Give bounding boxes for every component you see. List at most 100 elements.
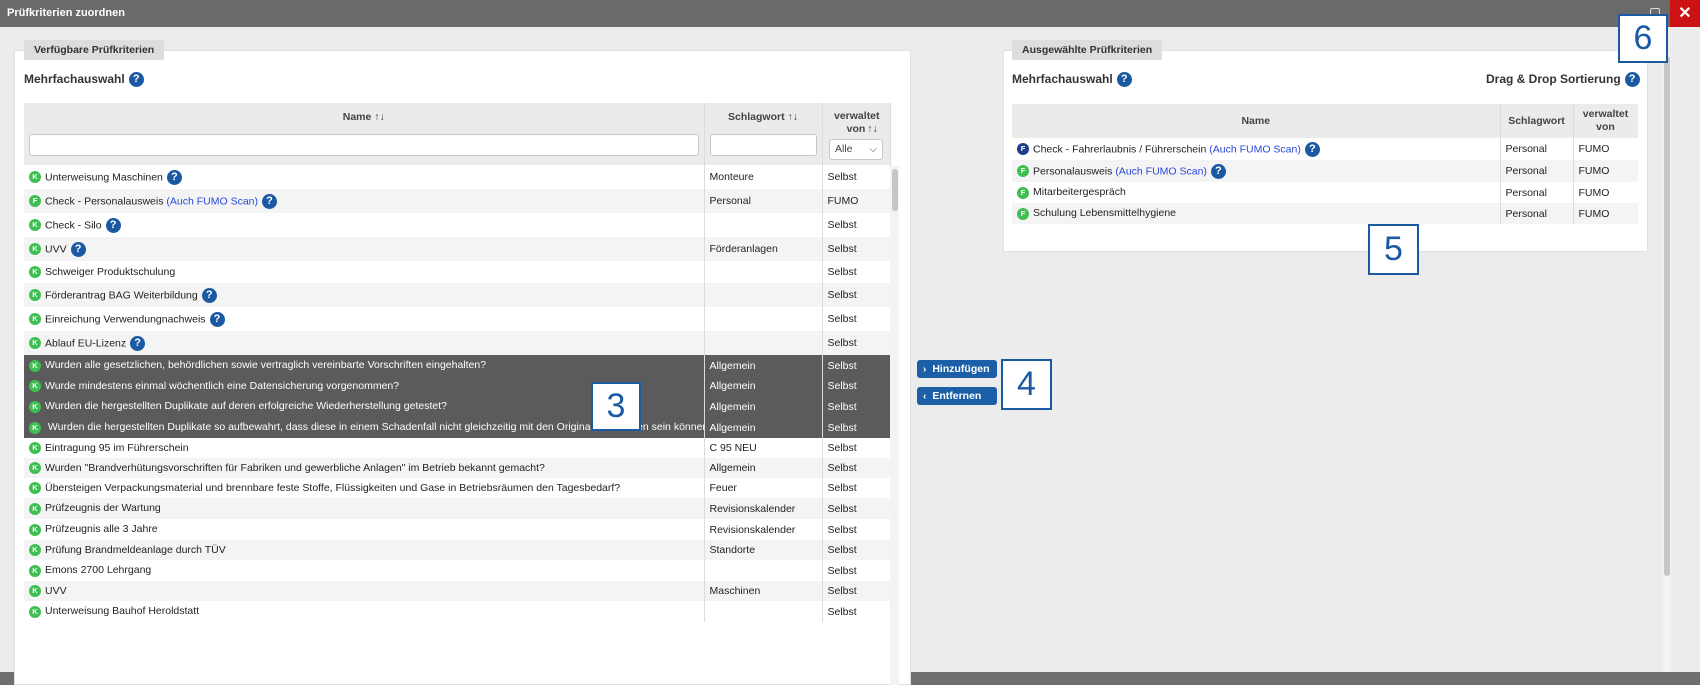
chevron-left-icon: ‹ [923, 391, 927, 402]
table-row[interactable]: F Personalausweis (Auch FUMO Scan)? Person… [1012, 160, 1638, 182]
name-filter-input[interactable] [29, 133, 699, 156]
help-icon[interactable]: ? [128, 72, 144, 88]
criterion-type-badge: K [29, 171, 41, 183]
criterion-type-badge: K [29, 313, 41, 325]
criterion-name: Förderantrag BAG Weiterbildung [45, 288, 198, 301]
managed-by-cell: FUMO [1573, 182, 1638, 203]
criterion-name-cell: K Schweiger Produktschulung [24, 261, 705, 283]
managed-by-cell: Selbst [822, 540, 891, 560]
fumo-scan-link[interactable]: (Auch FUMO Scan) [166, 195, 258, 207]
help-icon[interactable]: ? [1210, 163, 1226, 179]
fumo-scan-link[interactable]: (Auch FUMO Scan) [1115, 165, 1207, 177]
table-row[interactable]: K Eintragung 95 im Führerschein C 95 NEU Se… [24, 438, 891, 458]
table-row[interactable]: K Wurde mindestens einmal wöchentlich ein… [24, 376, 891, 396]
table-row[interactable]: K Prüfzeugnis alle 3 Jahre Revisionskalend… [24, 519, 891, 540]
criterion-type-badge: F [1017, 165, 1029, 177]
table-row[interactable]: K Unterweisung Maschinen? Monteure Selbst [24, 165, 891, 189]
criterion-name-cell: K Ablauf EU-Lizenz? [24, 331, 705, 355]
left-scrollbar-thumb[interactable] [892, 169, 898, 211]
criterion-name: Mitarbeitergespräch [1033, 186, 1126, 199]
help-icon[interactable]: ? [70, 241, 86, 257]
table-row[interactable]: K Förderantrag BAG Weiterbildung? Selbst [24, 283, 891, 307]
help-icon[interactable]: ? [209, 311, 225, 327]
remove-button[interactable]: ‹ Entfernen [917, 387, 997, 405]
table-row[interactable]: K Ablauf EU-Lizenz? Selbst [24, 331, 891, 355]
available-criteria-table-wrap: Name ↑↓ Schlagwort ↑↓ verwaltet von ↑↓ A… [24, 103, 900, 685]
table-row[interactable]: K Emons 2700 Lehrgang Selbst [24, 560, 891, 581]
help-icon[interactable]: ? [1304, 141, 1320, 157]
callout-marker-4: 4 [1001, 359, 1052, 410]
table-row[interactable]: K Wurden alle gesetzlichen, behördlichen … [24, 355, 891, 376]
keyword-cell [704, 560, 823, 581]
help-icon[interactable]: ? [1116, 72, 1132, 88]
criterion-name: Check - Silo [45, 218, 102, 231]
criterion-type-badge: K [29, 359, 41, 372]
managed-by-cell: Selbst [822, 396, 891, 417]
keyword-cell: Personal [1500, 160, 1574, 182]
help-icon[interactable]: ? [130, 335, 146, 351]
table-row[interactable]: K UVV? Förderanlagen Selbst [24, 237, 891, 261]
keyword-cell: Maschinen [704, 581, 823, 601]
table-row[interactable]: K Prüfung Brandmeldeanlage durch TÜV Stand… [24, 540, 891, 560]
add-button[interactable]: › Hinzufügen [917, 360, 997, 378]
help-icon[interactable]: ? [262, 193, 277, 209]
table-row[interactable]: F Check - Fahrerlaubnis / Führerschein (A… [1012, 138, 1638, 160]
callout-marker-6: 6 [1618, 14, 1668, 63]
table-row[interactable]: F Schulung Lebensmittelhygiene Personal FUM… [1012, 203, 1638, 224]
right-multiselect-label: Mehrfachauswahl? [1012, 72, 1132, 88]
table-row[interactable]: K Einreichung Verwendungnachweis? Selbst [24, 307, 891, 331]
help-icon[interactable]: ? [201, 287, 217, 303]
managed-by-cell: Selbst [822, 498, 891, 519]
managed-filter-select[interactable]: Alle ⌵ [829, 139, 883, 160]
right-column-header-keyword[interactable]: Schlagwort [1500, 104, 1574, 138]
drag-drop-text: Drag & Drop Sortierung [1486, 72, 1621, 86]
criterion-name-cell: K Wurden "Brandverhütungsvorschriften für… [24, 458, 705, 478]
criterion-type-badge: K [29, 337, 41, 349]
keyword-cell: Personal [704, 189, 823, 213]
keyword-filter-input[interactable] [709, 133, 817, 156]
table-row[interactable]: K Check - Silo? Selbst [24, 213, 891, 237]
table-row[interactable]: K Wurden "Brandverhütungsvorschriften für… [24, 458, 891, 478]
column-header-keyword[interactable]: Schlagwort ↑↓ [704, 103, 823, 130]
criterion-name-cell: K Übersteigen Verpackungsmaterial und bre… [24, 478, 705, 498]
selected-criteria-table-wrap: Name Schlagwort verwaltet von F Check - F… [1012, 104, 1638, 249]
sort-icon[interactable]: ↑↓ [788, 111, 799, 123]
fumo-scan-link[interactable]: (Auch FUMO Scan) [1209, 143, 1301, 155]
managed-by-cell: Selbst [822, 261, 891, 283]
table-row[interactable]: K Prüfzeugnis der Wartung Revisionskalende… [24, 498, 891, 519]
criterion-name-cell: K Unterweisung Maschinen? [24, 165, 705, 189]
criterion-type-badge: F [1017, 186, 1029, 199]
table-row[interactable]: K Schweiger Produktschulung Selbst [24, 261, 891, 283]
help-icon[interactable]: ? [1624, 72, 1640, 88]
criterion-name-cell: K UVV [24, 581, 705, 601]
criterion-name: Eintragung 95 im Führerschein [45, 441, 189, 454]
close-button[interactable]: ✕ [1670, 0, 1700, 27]
help-icon[interactable]: ? [166, 169, 182, 185]
table-row[interactable]: K Wurden die hergestellten Duplikate so … [24, 417, 891, 438]
sort-icon[interactable]: ↑↓ [374, 111, 385, 123]
right-column-header-name[interactable]: Name [1012, 104, 1501, 138]
column-header-managed[interactable]: verwaltet von ↑↓ Alle ⌵ [822, 103, 891, 165]
help-icon[interactable]: ? [105, 217, 121, 233]
criterion-name-cell: F Check - Fahrerlaubnis / Führerschein (A… [1012, 138, 1501, 160]
table-row[interactable]: K UVV Maschinen Selbst [24, 581, 891, 601]
left-scrollbar[interactable] [890, 166, 899, 685]
dialog-scrollbar-thumb[interactable] [1664, 56, 1670, 576]
criterion-name-cell: K Unterweisung Bauhof Heroldstatt [24, 601, 705, 622]
table-row[interactable]: K Unterweisung Bauhof Heroldstatt Selbst [24, 601, 891, 622]
keyword-cell: Revisionskalender [704, 498, 823, 519]
criterion-name: Wurde mindestens einmal wöchentlich eine… [45, 379, 400, 392]
criterion-name-cell: K UVV? [24, 237, 705, 261]
table-row[interactable]: K Wurden die hergestellten Duplikate auf … [24, 396, 891, 417]
criterion-type-badge: K [29, 266, 41, 279]
table-row[interactable]: F Mitarbeitergespräch Personal FUMO [1012, 182, 1638, 203]
managed-by-cell: FUMO [822, 189, 891, 213]
table-row[interactable]: F Check - Personalausweis (Auch FUMO Scan… [24, 189, 891, 213]
criterion-type-badge: K [29, 482, 41, 495]
keyword-cell [704, 307, 823, 331]
column-header-name[interactable]: Name ↑↓ [24, 103, 705, 130]
table-row[interactable]: K Übersteigen Verpackungsmaterial und bre… [24, 478, 891, 498]
criterion-type-badge: K [29, 289, 41, 301]
right-column-header-managed[interactable]: verwaltet von [1573, 104, 1638, 138]
keyword-cell: C 95 NEU [704, 438, 823, 458]
